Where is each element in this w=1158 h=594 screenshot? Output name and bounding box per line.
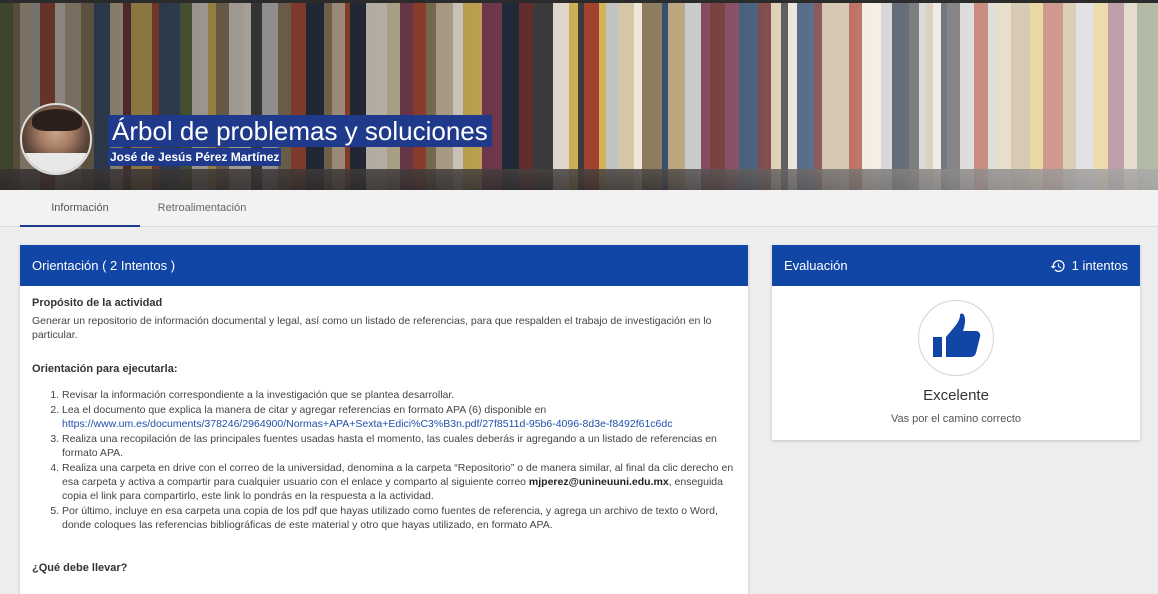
evaluation-header: Evaluación 1 intentos xyxy=(772,245,1140,286)
avatar-shirt xyxy=(22,153,90,173)
course-banner: Árbol de problemas y soluciones José de … xyxy=(0,0,1158,190)
orientation-card: Orientación ( 2 Intentos ) Propósito de … xyxy=(20,245,748,594)
step-1: Revisar la información correspondiente a… xyxy=(62,388,736,402)
evaluation-title: Evaluación xyxy=(784,258,848,273)
avatar-hair xyxy=(32,109,82,131)
apa-document-link[interactable]: https://www.um.es/documents/378246/29649… xyxy=(62,418,672,430)
tab-retroalimentacion[interactable]: Retroalimentación xyxy=(140,190,264,227)
evaluation-card: Evaluación 1 intentos Excelente Vas por … xyxy=(772,245,1140,440)
step-4: Realiza una carpeta en drive con el corr… xyxy=(62,461,736,503)
avatar xyxy=(20,103,92,175)
thumbs-up-icon xyxy=(933,313,981,357)
tab-informacion[interactable]: Información xyxy=(20,190,140,227)
tab-bar: Información Retroalimentación xyxy=(0,190,1158,227)
howto-heading: Orientación para ejecutarla: xyxy=(32,363,178,375)
step-3: Realiza una recopilación de las principa… xyxy=(62,432,736,460)
orientation-header: Orientación ( 2 Intentos ) xyxy=(20,245,748,286)
requirements-heading: ¿Qué debe llevar? xyxy=(32,562,128,574)
steps-list: Revisar la información correspondiente a… xyxy=(62,388,736,532)
step-2: Lea el documento que explica la manera d… xyxy=(62,403,736,431)
author-name: José de Jesús Pérez Martínez xyxy=(110,150,280,164)
page-title: Árbol de problemas y soluciones xyxy=(112,116,488,146)
purpose-heading: Propósito de la actividad xyxy=(32,297,163,309)
orientation-body: Propósito de la actividad Generar un rep… xyxy=(20,286,748,589)
step-5: Por último, incluye en esa carpeta una c… xyxy=(62,504,736,532)
evaluation-message: Vas por el camino correcto xyxy=(890,413,1022,425)
page-title-wrap: Árbol de problemas y soluciones xyxy=(108,115,492,147)
contact-email: mjperez@unineuuni.edu.mx xyxy=(528,476,669,488)
step-2-text: Lea el documento que explica la manera d… xyxy=(62,404,547,416)
history-icon xyxy=(1050,259,1065,272)
author-wrap: José de Jesús Pérez Martínez xyxy=(108,148,282,166)
attempts-text: 1 intentos xyxy=(1071,258,1128,273)
evaluation-result: Excelente xyxy=(923,387,989,404)
thumbs-up-badge xyxy=(918,300,994,376)
attempts-counter: 1 intentos xyxy=(1050,245,1128,286)
purpose-text: Generar un repositorio de información do… xyxy=(32,315,712,341)
